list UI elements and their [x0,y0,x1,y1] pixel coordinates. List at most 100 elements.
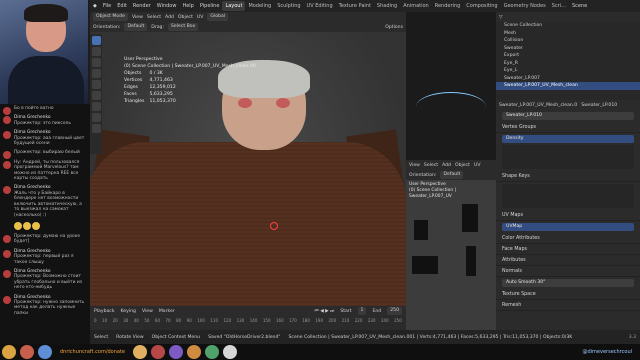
view-menu[interactable]: View [142,309,153,314]
color-attributes-section[interactable]: Color Attributes [496,233,640,244]
timeline-tick: 70 [165,318,171,323]
menu-file[interactable]: File [100,3,114,9]
secondary-3d-viewport[interactable]: View Select Add Object UV Orientation: D… [406,160,496,330]
orientation-label: Orientation: [409,172,437,178]
outliner-item[interactable]: Sweater [496,45,640,53]
tab-sculpting[interactable]: Sculpting [274,1,303,11]
tab-texture-paint[interactable]: Texture Paint [336,1,374,11]
timeline-tick: 190 [315,318,323,323]
tab-geometry-nodes[interactable]: Geometry Nodes [501,1,549,11]
menu-pipeline[interactable]: Pipeline [197,3,223,9]
sweater-model [90,142,406,330]
uv-island [466,246,476,276]
outliner-item[interactable]: Scene Collection [496,22,640,30]
outliner-item-selected[interactable]: Sweater_LP.007_UV_Mesh_clean [496,82,640,90]
view-title: User Perspective [124,57,163,62]
tab-shading[interactable]: Shading [374,1,400,11]
select-box-tool[interactable] [91,36,101,45]
keying-menu[interactable]: Keying [121,309,136,314]
transform-tool[interactable] [91,91,101,100]
outliner: ▽ Scene Collection Mesh Collision Sweate… [496,12,640,100]
orientation-dropdown[interactable]: Default [440,171,464,179]
tab-rendering[interactable]: Rendering [432,1,464,11]
texture-space-section[interactable]: Texture Space [496,289,640,300]
menu-edit[interactable]: Edit [114,3,130,9]
telegram-handle[interactable]: @dimeversechrcoul [582,349,632,355]
outliner-filter-icon[interactable]: ▽ [499,15,503,20]
attributes-section[interactable]: Attributes [496,255,640,266]
tab-animation[interactable]: Animation [400,1,432,11]
scene-selector[interactable]: Scene [569,3,590,9]
shape-keys-list [502,184,634,208]
tab-compositing[interactable]: Compositing [463,1,500,11]
start-frame-field[interactable]: 1 [357,307,367,315]
tab-scripting[interactable]: Scri... [549,1,569,11]
tab-uv-editing[interactable]: UV Editing [304,1,336,11]
orientation-dropdown[interactable]: Default [124,23,148,31]
remesh-section[interactable]: Remesh [496,300,640,311]
mode-selector[interactable]: Object Mode [93,13,128,21]
menu-window[interactable]: Window [154,3,180,9]
chat-avatar [3,160,11,169]
3d-viewport[interactable]: Object Mode View Select Add Object UV Gl… [90,12,406,330]
vertex-group-item[interactable]: Density [502,135,634,143]
uv-map-item[interactable]: UVMap [502,223,634,231]
menu-select[interactable]: Select [424,163,438,168]
marker-menu[interactable]: Marker [159,309,175,314]
annotate-tool[interactable] [91,102,101,111]
normals-section[interactable]: Normals [496,266,640,277]
menu-view[interactable]: View [409,163,420,168]
properties-breadcrumb: Sweater_LP.007_UV_Mesh_clean.0 Sweater_L… [496,100,640,110]
vertex-groups-section[interactable]: Vertex Groups [496,122,640,133]
menu-render[interactable]: Render [130,3,154,9]
menu-help[interactable]: Help [179,3,196,9]
face-maps-section[interactable]: Face Maps [496,244,640,255]
timeline-ruler[interactable]: 0 10 20 30 40 50 60 70 80 90 100 110 120 130 140 150 160… [90,318,406,328]
drag-dropdown[interactable]: Select Box [168,23,199,31]
scene-info: Scene Collection | Sweater_LP.007_UV_Mes… [288,334,573,340]
outliner-item[interactable]: Mesh [496,30,640,38]
3d-cursor-icon[interactable] [270,222,278,230]
outliner-item[interactable]: Sweater_LP.007 [496,75,640,83]
end-frame-field[interactable]: 250 [387,307,402,315]
mesh-name-field[interactable]: Sweater_LP.010 [502,112,634,120]
auto-smooth-angle[interactable]: 30° [537,280,545,285]
timeline-tick: 220 [354,318,363,323]
menu-uv[interactable]: UV [197,15,204,20]
blender-window: ◆ File Edit Render Window Help Pipeline … [90,0,640,344]
menu-select[interactable]: Select [147,15,161,20]
node-editor[interactable] [406,12,496,160]
donate-link[interactable]: dnrichuncraft.com/donate [60,349,125,355]
global-transform[interactable]: Global [207,13,229,21]
scale-tool[interactable] [91,80,101,89]
chat-text: Прожектор: Возможно стоит убрать глобаль… [14,274,83,291]
menu-uv[interactable]: UV [474,163,481,168]
blender-logo-icon[interactable]: ◆ [90,3,100,9]
auto-smooth-row[interactable]: Auto Smooth 30° [502,279,634,287]
measure-tool[interactable] [91,113,101,122]
menu-object[interactable]: Object [178,15,193,20]
menu-add[interactable]: Add [165,15,174,20]
outliner-item[interactable]: Collision [496,37,640,45]
tab-modeling[interactable]: Modeling [245,1,274,11]
tab-layout[interactable]: Layout [222,1,246,11]
menu-object[interactable]: Object [455,163,470,168]
add-cube-tool[interactable] [91,124,101,133]
rotate-tool[interactable] [91,69,101,78]
menu-add[interactable]: Add [442,163,451,168]
move-tool[interactable] [91,58,101,67]
data-name[interactable]: Sweater_LP.010 [581,103,617,108]
chat-message: Dima Grechenko Жаль что у Байкаро в бленд… [0,183,90,219]
cursor-tool[interactable] [91,47,101,56]
uv-maps-section[interactable]: UV Maps [496,210,640,221]
menu-view[interactable]: View [132,15,143,20]
outliner-item[interactable]: Eye_L [496,67,640,75]
options-button[interactable]: Options [385,25,403,30]
shape-keys-section[interactable]: Shape Keys [496,171,640,182]
play-controls-icon[interactable]: ⏮ ◀ ▶ ⏭ [315,308,335,314]
outliner-item[interactable]: Eye_R [496,60,640,68]
playback-menu[interactable]: Playback [94,309,115,314]
outliner-item[interactable]: Export [496,52,640,60]
sticker-icon [169,345,183,359]
object-name[interactable]: Sweater_LP.007_UV_Mesh_clean.0 [499,103,577,108]
